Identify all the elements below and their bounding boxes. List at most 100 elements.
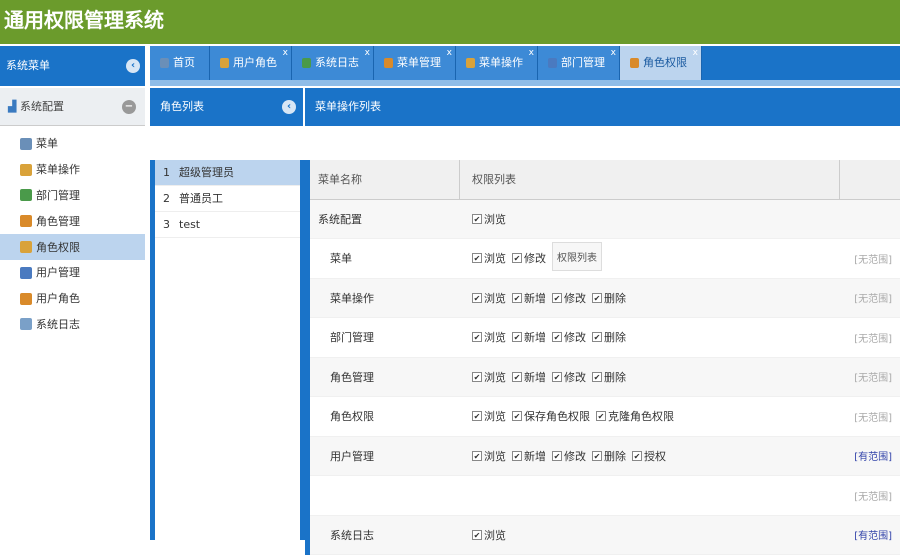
checkbox-checked-icon[interactable]: ✔ (472, 530, 482, 540)
checkbox-checked-icon[interactable]: ✔ (472, 372, 482, 382)
close-tab-icon[interactable]: x (693, 36, 698, 70)
scope-link[interactable]: [无范围] (840, 330, 900, 345)
tab-label: 部门管理 (561, 46, 605, 80)
scope-link[interactable]: [无范围] (840, 409, 900, 424)
permission-checkbox[interactable]: ✔授权 (632, 448, 666, 464)
checkbox-checked-icon[interactable]: ✔ (472, 253, 482, 263)
permission-label: 浏览 (484, 290, 506, 306)
checkbox-checked-icon[interactable]: ✔ (552, 451, 562, 461)
menu-name: 系统日志 (310, 527, 460, 543)
tab[interactable]: 菜单操作x (456, 46, 538, 80)
sidebar-item[interactable]: 部门管理 (0, 183, 145, 209)
sidebar-item[interactable]: 菜单操作 (0, 157, 145, 183)
checkbox-checked-icon[interactable]: ✔ (472, 293, 482, 303)
scope-link[interactable]: [有范围] (840, 448, 900, 463)
permission-checkbox[interactable]: ✔新增 (512, 369, 546, 385)
role-name: 普通员工 (179, 192, 223, 205)
op-list-header: 菜单操作列表 (305, 88, 900, 126)
collapse-role-panel-icon[interactable]: ‹ (282, 100, 296, 114)
scope-link[interactable]: [无范围] (840, 251, 900, 266)
collapse-group-icon[interactable]: − (122, 100, 136, 114)
checkbox-checked-icon[interactable]: ✔ (552, 372, 562, 382)
sidebar-item[interactable]: 系统日志 (0, 312, 145, 338)
tab[interactable]: 系统日志x (292, 46, 374, 80)
permission-checkbox[interactable]: ✔修改 (512, 250, 546, 266)
close-tab-icon[interactable]: x (611, 36, 616, 70)
permission-checkbox[interactable]: ✔浏览 (472, 290, 506, 306)
user-icon (20, 267, 32, 279)
collapse-sidebar-icon[interactable]: ‹ (126, 59, 140, 73)
checkbox-checked-icon[interactable]: ✔ (512, 332, 522, 342)
close-tab-icon[interactable]: x (283, 36, 288, 70)
checkbox-checked-icon[interactable]: ✔ (592, 293, 602, 303)
close-tab-icon[interactable]: x (529, 36, 534, 70)
role-list-item[interactable]: 3test (155, 212, 300, 238)
permission-label: 删除 (604, 369, 626, 385)
permission-label: 浏览 (484, 527, 506, 543)
permission-checkbox[interactable]: ✔浏览 (472, 527, 506, 543)
tab[interactable]: 用户角色x (210, 46, 292, 80)
sidebar-item[interactable]: 用户角色 (0, 286, 145, 312)
permission-checkbox[interactable]: ✔浏览 (472, 250, 506, 266)
permission-checkbox[interactable]: ✔浏览 (472, 369, 506, 385)
tab-icon (384, 58, 393, 68)
checkbox-checked-icon[interactable]: ✔ (512, 293, 522, 303)
permission-checkbox[interactable]: ✔浏览 (472, 448, 506, 464)
tab[interactable]: 首页 (150, 46, 210, 80)
role-list-item[interactable]: 2普通员工 (155, 186, 300, 212)
checkbox-checked-icon[interactable]: ✔ (632, 451, 642, 461)
permission-checkbox[interactable]: ✔删除 (592, 448, 626, 464)
sidebar-item-label: 角色管理 (36, 209, 80, 234)
permission-checkbox[interactable]: ✔新增 (512, 448, 546, 464)
checkbox-checked-icon[interactable]: ✔ (472, 411, 482, 421)
scope-link[interactable]: [无范围] (840, 369, 900, 384)
op-list-title: 菜单操作列表 (315, 100, 381, 113)
scope-link[interactable]: [无范围] (840, 488, 900, 503)
permission-label: 修改 (564, 448, 586, 464)
tab[interactable]: 部门管理x (538, 46, 620, 80)
sidebar-item[interactable]: 菜单 (0, 131, 145, 157)
permission-checkbox[interactable]: ✔新增 (512, 290, 546, 306)
permission-checkbox[interactable]: ✔浏览 (472, 329, 506, 345)
permission-checkbox[interactable]: ✔修改 (552, 290, 586, 306)
checkbox-checked-icon[interactable]: ✔ (552, 293, 562, 303)
permission-checkbox[interactable]: ✔修改 (552, 329, 586, 345)
checkbox-checked-icon[interactable]: ✔ (512, 411, 522, 421)
permission-checkbox[interactable]: ✔浏览 (472, 408, 506, 424)
permission-checkbox[interactable]: ✔删除 (592, 290, 626, 306)
checkbox-checked-icon[interactable]: ✔ (512, 372, 522, 382)
checkbox-checked-icon[interactable]: ✔ (472, 214, 482, 224)
table-row: 用户管理✔浏览✔新增✔修改✔删除✔授权[有范围] (310, 437, 900, 477)
permission-checkbox[interactable]: ✔浏览 (472, 211, 506, 227)
sidebar-item[interactable]: 角色管理 (0, 208, 145, 234)
permission-checkbox[interactable]: ✔删除 (592, 369, 626, 385)
checkbox-checked-icon[interactable]: ✔ (592, 372, 602, 382)
sidebar-item-label: 部门管理 (36, 183, 80, 208)
sidebar-item[interactable]: 角色权限 (0, 234, 145, 260)
checkbox-checked-icon[interactable]: ✔ (512, 451, 522, 461)
checkbox-checked-icon[interactable]: ✔ (592, 332, 602, 342)
checkbox-checked-icon[interactable]: ✔ (512, 253, 522, 263)
checkbox-checked-icon[interactable]: ✔ (552, 332, 562, 342)
permission-checkbox[interactable]: ✔修改 (552, 448, 586, 464)
permission-checkbox[interactable]: ✔新增 (512, 329, 546, 345)
close-tab-icon[interactable]: x (447, 36, 452, 70)
permission-checkbox[interactable]: ✔删除 (592, 329, 626, 345)
permission-checkbox[interactable]: ✔修改 (552, 369, 586, 385)
tab[interactable]: 角色权限x (620, 46, 702, 80)
permission-checkbox[interactable]: ✔保存角色权限 (512, 408, 590, 424)
sidebar-item[interactable]: 用户管理 (0, 260, 145, 286)
checkbox-checked-icon[interactable]: ✔ (592, 451, 602, 461)
permission-label: 新增 (524, 369, 546, 385)
sidebar-group-system-config[interactable]: ▟ 系统配置 − (0, 88, 145, 126)
permission-checkbox[interactable]: ✔克隆角色权限 (596, 408, 674, 424)
checkbox-checked-icon[interactable]: ✔ (596, 411, 606, 421)
checkbox-checked-icon[interactable]: ✔ (472, 332, 482, 342)
table-row: 菜单操作✔浏览✔新增✔修改✔删除[无范围] (310, 279, 900, 319)
scope-link[interactable]: [有范围] (840, 527, 900, 542)
scope-link[interactable]: [无范围] (840, 290, 900, 305)
checkbox-checked-icon[interactable]: ✔ (472, 451, 482, 461)
tab[interactable]: 菜单管理x (374, 46, 456, 80)
close-tab-icon[interactable]: x (365, 36, 370, 70)
role-list-item[interactable]: 1超级管理员 (155, 160, 300, 186)
